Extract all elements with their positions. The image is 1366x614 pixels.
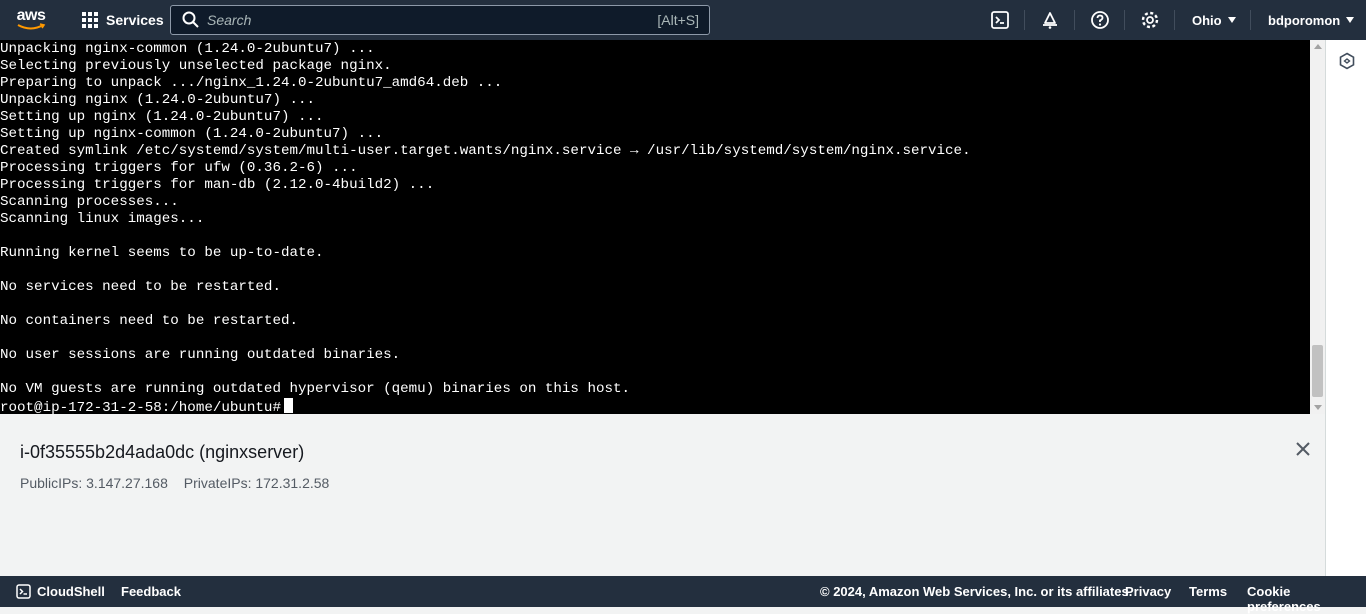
footer: CloudShell Feedback © 2024, Amazon Web S… <box>0 576 1366 614</box>
feedback-link[interactable]: Feedback <box>121 584 181 599</box>
nav-divider <box>1024 10 1025 30</box>
search-shortcut: [Alt+S] <box>657 12 699 28</box>
aws-smile-icon <box>17 23 46 30</box>
hexagon-settings-icon[interactable] <box>1338 52 1356 70</box>
terminal-line: Scanning processes... <box>0 194 179 210</box>
terminal-line: Scanning linux images... <box>0 211 205 227</box>
privacy-link[interactable]: Privacy <box>1125 584 1171 599</box>
nav-divider <box>1124 10 1125 30</box>
instance-ips: PublicIPs: 3.147.27.168 PrivateIPs: 172.… <box>20 475 341 491</box>
cloudshell-button[interactable]: CloudShell <box>16 584 105 599</box>
nav-divider <box>1074 10 1075 30</box>
terminal-line: Unpacking nginx-common (1.24.0-2ubuntu7)… <box>0 41 375 57</box>
account-menu[interactable]: bdporomon <box>1268 0 1355 40</box>
search-placeholder: Search <box>207 12 252 28</box>
services-grid-icon <box>82 12 98 28</box>
terminal-line: No containers need to be restarted. <box>0 313 298 329</box>
terminal-window[interactable]: Unpacking nginx-common (1.24.0-2ubuntu7)… <box>0 40 1310 414</box>
terminal-line: Setting up nginx-common (1.24.0-2ubuntu7… <box>0 126 384 142</box>
copyright-text: © 2024, Amazon Web Services, Inc. or its… <box>820 584 1133 599</box>
services-label: Services <box>106 12 164 28</box>
terminal-lines: Unpacking nginx-common (1.24.0-2ubuntu7)… <box>0 41 971 397</box>
region-selector[interactable]: Ohio <box>1192 0 1236 40</box>
bell-icon[interactable] <box>1040 10 1060 30</box>
services-menu-button[interactable]: Services <box>62 0 174 40</box>
terminal-line: Setting up nginx (1.24.0-2ubuntu7) ... <box>0 109 324 125</box>
cloudshell-label: CloudShell <box>37 584 105 599</box>
side-rail <box>1325 40 1366 576</box>
terminal-line: No VM guests are running outdated hyperv… <box>0 381 631 397</box>
cookie-preferences-link[interactable]: Cookie preferences <box>1247 584 1366 614</box>
cloudshell-icon <box>16 584 31 599</box>
top-navigation: aws Services Search [Alt+S] Ohio bdporom… <box>0 0 1366 40</box>
terminal-line: Unpacking nginx (1.24.0-2ubuntu7) ... <box>0 92 316 108</box>
nav-divider <box>1174 10 1175 30</box>
chevron-down-icon <box>1346 17 1355 23</box>
scroll-down-arrow-icon[interactable] <box>1314 405 1322 410</box>
terminal-cursor <box>283 398 293 413</box>
terms-link[interactable]: Terms <box>1189 584 1227 599</box>
terminal-prompt: root@ip-172-31-2-58:/home/ubuntu# <box>0 400 281 414</box>
aws-logo[interactable]: aws <box>0 0 62 40</box>
terminal-line: Created symlink /etc/systemd/system/mult… <box>0 143 971 159</box>
private-ips: PrivateIPs: 172.31.2.58 <box>183 475 330 491</box>
aws-logo-text: aws <box>16 7 46 24</box>
terminal-line: Running kernel seems to be up-to-date. <box>0 245 324 261</box>
scrollbar-thumb[interactable] <box>1312 345 1323 397</box>
gear-icon[interactable] <box>1140 10 1160 30</box>
terminal-line: No user sessions are running outdated bi… <box>0 347 401 363</box>
account-label: bdporomon <box>1268 12 1341 28</box>
terminal-line: Selecting previously unselected package … <box>0 58 392 74</box>
cloudshell-icon[interactable] <box>990 10 1010 30</box>
scroll-up-arrow-icon[interactable] <box>1314 44 1322 49</box>
terminal-scrollbar[interactable] <box>1310 40 1325 414</box>
terminal-line: Processing triggers for ufw (0.36.2-6) .… <box>0 160 358 176</box>
terminal-line: Preparing to unpack .../nginx_1.24.0-2ub… <box>0 75 503 91</box>
search-input[interactable]: Search [Alt+S] <box>170 5 710 35</box>
chevron-down-icon <box>1227 17 1236 23</box>
terminal-line: No services need to be restarted. <box>0 279 281 295</box>
search-icon <box>182 11 199 28</box>
close-icon[interactable] <box>1294 440 1312 458</box>
help-icon[interactable] <box>1090 10 1110 30</box>
instance-info-panel: i-0f35555b2d4ada0dc (nginxserver) Public… <box>0 414 1325 576</box>
nav-divider <box>1250 10 1251 30</box>
public-ips: PublicIPs: 3.147.27.168 <box>20 475 168 491</box>
terminal-output: Unpacking nginx-common (1.24.0-2ubuntu7)… <box>0 40 1310 414</box>
terminal-line: Processing triggers for man-db (2.12.0-4… <box>0 177 435 193</box>
region-label: Ohio <box>1192 12 1222 28</box>
instance-title: i-0f35555b2d4ada0dc (nginxserver) <box>20 442 305 462</box>
